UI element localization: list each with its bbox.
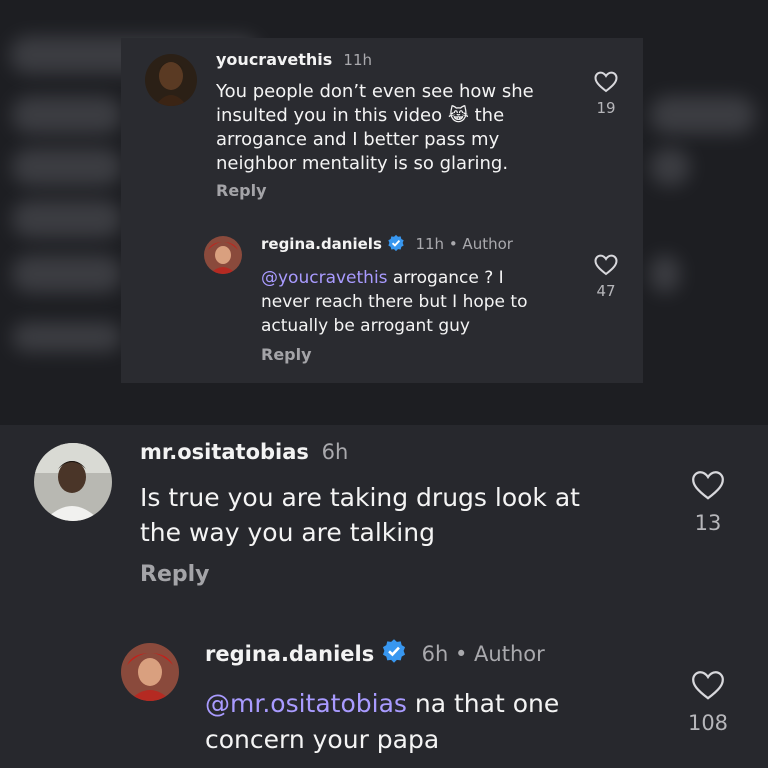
username[interactable]: regina.daniels — [261, 235, 382, 253]
timestamp: 6h — [321, 440, 349, 464]
comment-line: concern your papa — [205, 725, 440, 754]
verified-badge-icon — [387, 234, 405, 256]
comment-card: youcravethis 11h You people don’t even s… — [121, 38, 643, 383]
like-button[interactable]: 19 — [589, 71, 623, 117]
comment-text: Is true you are taking drugs look at the… — [140, 480, 580, 550]
blurred-text — [12, 255, 122, 293]
blurred-text — [650, 255, 680, 293]
heart-outline-icon — [594, 71, 618, 93]
author-label: • Author — [448, 235, 513, 253]
comment-line: You people don’t even see how she — [216, 81, 534, 102]
avatar[interactable] — [34, 443, 112, 521]
blurred-text — [12, 96, 122, 134]
like-count: 47 — [596, 282, 616, 300]
timestamp: 11h — [343, 51, 372, 69]
comment-line: the way you are talking — [140, 518, 435, 547]
like-count: 108 — [687, 711, 729, 735]
avatar[interactable] — [121, 643, 179, 701]
blurred-text — [12, 148, 122, 186]
username[interactable]: youcravethis — [216, 50, 332, 69]
avatar[interactable] — [204, 236, 242, 274]
comment-text: You people don’t even see how she insult… — [216, 80, 534, 176]
like-button[interactable]: 13 — [684, 470, 732, 535]
like-count: 13 — [694, 511, 722, 535]
blurred-text — [12, 200, 122, 238]
comment-line: actually be arrogant guy — [261, 316, 470, 336]
mention-link[interactable]: @mr.ositatobias — [205, 689, 407, 718]
username[interactable]: mr.ositatobias — [140, 440, 309, 464]
avatar[interactable] — [145, 54, 197, 106]
blurred-text — [650, 148, 690, 186]
heart-outline-icon — [692, 671, 724, 700]
timestamp: 11h — [415, 235, 445, 253]
author-label: • Author — [454, 642, 545, 666]
like-button[interactable]: 108 — [684, 670, 732, 735]
comment-text: @mr.ositatobias na that one concern your… — [205, 686, 559, 758]
like-count: 19 — [596, 99, 616, 117]
reply-button[interactable]: Reply — [216, 181, 267, 200]
comment-line: arrogance and I better pass my — [216, 129, 500, 150]
username[interactable]: regina.daniels — [205, 642, 374, 666]
comment-line: Is true you are taking drugs look at — [140, 483, 580, 512]
blurred-text — [12, 322, 122, 352]
comment-line: arrogance ? I — [387, 268, 504, 288]
heart-outline-icon — [594, 254, 618, 276]
like-button[interactable]: 47 — [589, 254, 623, 300]
comment-line: neighbor mentality is so glaring. — [216, 153, 509, 174]
reply-button[interactable]: Reply — [261, 345, 312, 364]
comment-line: never reach there but I hope to — [261, 292, 528, 312]
verified-badge-icon — [381, 638, 407, 669]
comment-text: @youcravethis arrogance ? I never reach … — [261, 266, 528, 338]
timestamp: 6h — [421, 642, 449, 666]
reply-button[interactable]: Reply — [140, 562, 210, 587]
blurred-text — [650, 96, 755, 134]
heart-outline-icon — [692, 471, 724, 500]
comment-line: insulted you in this video 😹 the — [216, 105, 505, 126]
mention-link[interactable]: @youcravethis — [261, 268, 388, 288]
comment-line: na that one — [406, 689, 560, 718]
